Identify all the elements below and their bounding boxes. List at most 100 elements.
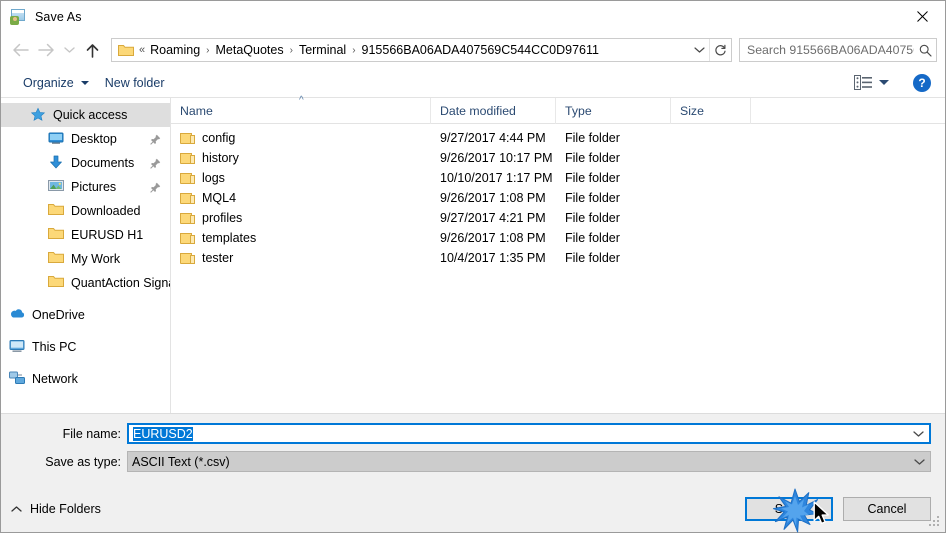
- table-row[interactable]: tester 10/4/2017 1:35 PM File folder: [171, 248, 945, 268]
- save-as-type-field[interactable]: ASCII Text (*.csv): [127, 451, 931, 472]
- folder-icon: [180, 232, 195, 245]
- documents-download-icon: [48, 155, 64, 171]
- breadcrumb-separator[interactable]: ›: [287, 45, 296, 56]
- new-folder-label: New folder: [104, 75, 165, 90]
- close-button[interactable]: [899, 1, 945, 32]
- help-button[interactable]: ?: [913, 73, 931, 92]
- pictures-icon: [48, 179, 64, 195]
- folder-icon: [48, 203, 64, 219]
- table-row[interactable]: logs 10/10/2017 1:17 PM File folder: [171, 168, 945, 188]
- file-list-pane: ^ Name Date modified Type Size config 9/…: [171, 96, 945, 413]
- file-name-text: MQL4: [202, 191, 237, 205]
- file-name-dropdown-button[interactable]: [907, 430, 929, 438]
- desktop-icon: [48, 131, 64, 147]
- breadcrumb-separator[interactable]: ›: [349, 45, 358, 56]
- change-view-button[interactable]: [850, 72, 893, 93]
- new-folder-button[interactable]: New folder: [97, 72, 173, 94]
- sidebar-item-network[interactable]: Network: [1, 367, 170, 391]
- file-name-text[interactable]: EURUSD2: [129, 426, 907, 441]
- hide-folders-button[interactable]: Hide Folders: [11, 502, 101, 516]
- folder-icon: [180, 212, 195, 225]
- up-one-level-button[interactable]: [79, 37, 105, 63]
- sidebar-item-my-work[interactable]: My Work: [1, 247, 170, 271]
- file-type-cell: File folder: [565, 131, 620, 145]
- footer-mid-spacer: [1, 444, 945, 451]
- chevron-down-icon: [63, 47, 75, 53]
- forward-button[interactable]: [33, 37, 59, 63]
- table-row[interactable]: templates 9/26/2017 1:08 PM File folder: [171, 228, 945, 248]
- dialog-footer: File name: EURUSD2 Save as type: ASCII T…: [1, 414, 945, 532]
- command-bar: Organize New folder ?: [1, 68, 945, 98]
- sidebar-item-quick-access[interactable]: Quick access: [1, 103, 170, 127]
- breadcrumb-overflow[interactable]: «: [139, 44, 147, 56]
- folder-icon: [48, 275, 64, 291]
- footer-gap: [1, 472, 945, 494]
- column-header-date-modified[interactable]: Date modified: [431, 97, 556, 124]
- breadcrumb-item-3[interactable]: 915566BA06ADA407569C544CC0D97611: [359, 41, 602, 59]
- column-header-type[interactable]: Type: [556, 97, 671, 124]
- file-name-cell: templates: [171, 231, 431, 245]
- table-row[interactable]: profiles 9/27/2017 4:21 PM File folder: [171, 208, 945, 228]
- chevron-down-icon: [693, 47, 705, 53]
- save-as-app-icon: [10, 8, 26, 25]
- pin-icon: [148, 158, 162, 169]
- folder-icon: [180, 152, 195, 165]
- file-name-cell: tester: [171, 251, 431, 265]
- sidebar-item-pictures[interactable]: Pictures: [1, 175, 170, 199]
- cancel-button-label: Cancel: [867, 502, 907, 516]
- file-date-cell: 9/26/2017 1:08 PM: [440, 191, 546, 205]
- navigation-pane: Quick access Desktop Documents Pictures …: [1, 98, 171, 413]
- search-box[interactable]: Search 915566BA06ADA40756...: [739, 38, 937, 62]
- sidebar-item-label: Network: [32, 372, 78, 386]
- file-rows: config 9/27/2017 4:44 PM File folder his…: [171, 124, 945, 413]
- sidebar-item-label: EURUSD H1: [71, 228, 144, 242]
- table-row[interactable]: MQL4 9/26/2017 1:08 PM File folder: [171, 188, 945, 208]
- cancel-button[interactable]: Cancel: [843, 497, 931, 521]
- breadcrumb-item-0[interactable]: Roaming: [147, 41, 203, 59]
- address-dropdown-button[interactable]: [689, 39, 709, 61]
- table-row[interactable]: history 9/26/2017 10:17 PM File folder: [171, 148, 945, 168]
- save-button[interactable]: Save: [745, 497, 833, 521]
- sidebar-item-eurusd-h1[interactable]: EURUSD H1: [1, 223, 170, 247]
- view-layout-icon: [854, 75, 872, 90]
- sidebar-item-onedrive[interactable]: OneDrive: [1, 303, 170, 327]
- folder-icon: [48, 227, 64, 243]
- pin-icon: [148, 134, 162, 145]
- recent-locations-button[interactable]: [59, 37, 79, 63]
- folder-icon: [180, 192, 195, 205]
- arrow-up-icon: [86, 43, 98, 58]
- address-bar[interactable]: « Roaming › MetaQuotes › Terminal › 9155…: [111, 38, 732, 62]
- file-name-text: templates: [202, 231, 257, 245]
- chevron-down-icon: [912, 430, 924, 437]
- file-date-cell: 10/10/2017 1:17 PM: [440, 171, 553, 185]
- file-name-label: File name:: [62, 426, 121, 441]
- file-name-cell: history: [171, 151, 431, 165]
- search-input[interactable]: Search 915566BA06ADA40756...: [740, 43, 914, 57]
- file-name-field[interactable]: EURUSD2: [127, 423, 931, 444]
- file-date-cell: 9/27/2017 4:44 PM: [440, 131, 546, 145]
- organize-label: Organize: [23, 75, 74, 90]
- back-button[interactable]: [7, 37, 33, 63]
- file-name-value: EURUSD2: [133, 426, 193, 441]
- sidebar-item-downloaded[interactable]: Downloaded: [1, 199, 170, 223]
- sidebar-item-this-pc[interactable]: This PC: [1, 335, 170, 359]
- save-as-type-dropdown-button[interactable]: [908, 458, 930, 466]
- file-name-cell: profiles: [171, 211, 431, 225]
- breadcrumb-item-1[interactable]: MetaQuotes: [213, 41, 287, 59]
- sidebar-item-label: Documents: [71, 156, 135, 170]
- table-row[interactable]: config 9/27/2017 4:44 PM File folder: [171, 128, 945, 148]
- refresh-button[interactable]: [709, 39, 731, 61]
- footer-bottom-spacer: [1, 524, 945, 532]
- sidebar-item-desktop[interactable]: Desktop: [1, 127, 170, 151]
- sidebar-item-documents[interactable]: Documents: [1, 151, 170, 175]
- breadcrumb-item-2[interactable]: Terminal: [296, 41, 349, 59]
- column-header-size[interactable]: Size: [671, 97, 751, 124]
- sidebar-item-quantaction-signal[interactable]: QuantAction Signal: [1, 271, 170, 295]
- file-date-cell: 9/26/2017 10:17 PM: [440, 151, 553, 165]
- breadcrumb-separator[interactable]: ›: [203, 45, 212, 56]
- folder-icon: [180, 172, 195, 185]
- organize-button[interactable]: Organize: [15, 72, 97, 94]
